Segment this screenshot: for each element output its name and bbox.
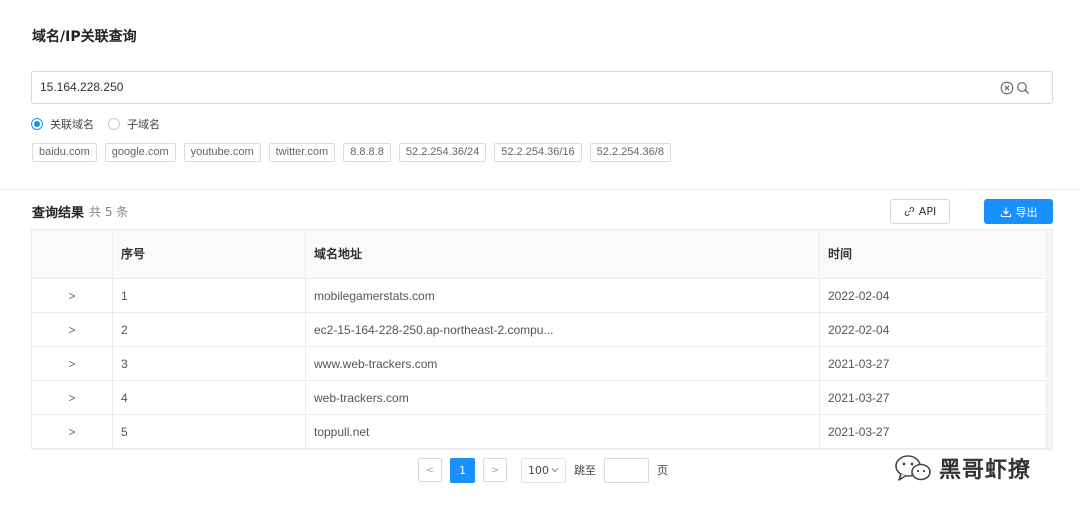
cell-domain: toppull.net xyxy=(306,415,820,449)
results-table: 序号 域名地址 时间 > 1 mobilegamerstats.com 2022… xyxy=(31,229,1053,450)
jump-to-label: 跳至 xyxy=(574,464,596,477)
cell-domain: mobilegamerstats.com xyxy=(306,279,820,313)
results-count: 共 5 条 xyxy=(89,205,129,219)
expand-row-button[interactable]: > xyxy=(32,415,113,449)
results-title: 查询结果 xyxy=(32,206,85,221)
cell-index: 5 xyxy=(113,415,306,449)
search-input[interactable]: 15.164.228.250 xyxy=(31,71,1053,104)
example-chip[interactable]: 8.8.8.8 xyxy=(343,143,391,162)
query-type-radio-group: 关联域名 子域名 xyxy=(31,116,174,132)
cell-domain: ec2-15-164-228-250.ap-northeast-2.compu.… xyxy=(306,313,820,347)
example-chip[interactable]: 52.2.254.36/16 xyxy=(494,143,582,162)
example-chip[interactable]: twitter.com xyxy=(268,143,336,162)
clear-icon[interactable] xyxy=(1000,81,1014,95)
example-chip[interactable]: baidu.com xyxy=(32,143,97,162)
radio-subdomains-label[interactable]: 子域名 xyxy=(127,116,160,132)
example-chip[interactable]: 52.2.254.36/24 xyxy=(398,143,487,162)
column-header-expand xyxy=(32,230,113,279)
table-row[interactable]: > 2 ec2-15-164-228-250.ap-northeast-2.co… xyxy=(32,313,1048,347)
cell-index: 2 xyxy=(113,313,306,347)
expand-row-button[interactable]: > xyxy=(32,381,113,415)
example-chips: baidu.com google.com youtube.com twitter… xyxy=(32,143,679,162)
prev-page-button[interactable]: < xyxy=(418,458,442,482)
pagination: < 1 > 100 跳至 页 xyxy=(418,457,668,483)
api-button[interactable]: API xyxy=(890,199,950,224)
cell-time: 2022-02-04 xyxy=(820,313,1048,347)
search-icon[interactable] xyxy=(1016,81,1030,95)
search-input-value[interactable]: 15.164.228.250 xyxy=(40,80,123,94)
expand-row-button[interactable]: > xyxy=(32,279,113,313)
cell-index: 4 xyxy=(113,381,306,415)
radio-subdomains-dot[interactable] xyxy=(108,118,120,130)
example-chip[interactable]: 52.2.254.36/8 xyxy=(589,143,671,162)
radio-related-domains-label[interactable]: 关联域名 xyxy=(50,116,94,132)
watermark: 黑哥虾撩 xyxy=(893,452,1031,484)
wechat-icon xyxy=(895,455,931,481)
export-button[interactable]: 导出 xyxy=(984,199,1053,224)
radio-subdomains[interactable]: 子域名 xyxy=(108,116,160,132)
export-button-label[interactable]: 导出 xyxy=(1016,204,1038,220)
page-size-value[interactable]: 100 xyxy=(528,464,549,477)
jump-to-page-input[interactable] xyxy=(604,457,649,483)
expand-row-button[interactable]: > xyxy=(32,313,113,347)
table-scrollbar[interactable] xyxy=(1046,230,1052,449)
table-row[interactable]: > 5 toppull.net 2021-03-27 xyxy=(32,415,1048,449)
page-size-select[interactable]: 100 xyxy=(521,457,566,483)
column-header-time: 时间 xyxy=(820,230,1048,279)
radio-related-domains[interactable]: 关联域名 xyxy=(31,116,94,132)
cell-domain: www.web-trackers.com xyxy=(306,347,820,381)
expand-row-button[interactable]: > xyxy=(32,347,113,381)
api-button-label[interactable]: API xyxy=(919,205,936,218)
link-icon xyxy=(904,207,915,216)
page-1-button[interactable]: 1 xyxy=(450,457,475,483)
watermark-text: 黑哥虾撩 xyxy=(939,458,1032,483)
table-header: 序号 域名地址 时间 xyxy=(32,230,1048,279)
radio-related-domains-dot[interactable] xyxy=(31,118,43,130)
cell-time: 2021-03-27 xyxy=(820,381,1048,415)
cell-time: 2022-02-04 xyxy=(820,279,1048,313)
download-icon xyxy=(1000,207,1011,217)
next-page-button[interactable]: > xyxy=(483,458,507,482)
column-header-index: 序号 xyxy=(113,230,306,279)
cell-index: 1 xyxy=(113,279,306,313)
table-row[interactable]: > 4 web-trackers.com 2021-03-27 xyxy=(32,381,1048,415)
chevron-down-icon xyxy=(551,468,559,473)
cell-index: 3 xyxy=(113,347,306,381)
cell-time: 2021-03-27 xyxy=(820,415,1048,449)
table-row[interactable]: > 3 www.web-trackers.com 2021-03-27 xyxy=(32,347,1048,381)
example-chip[interactable]: google.com xyxy=(104,143,176,162)
cell-time: 2021-03-27 xyxy=(820,347,1048,381)
cell-domain: web-trackers.com xyxy=(306,381,820,415)
column-header-domain: 域名地址 xyxy=(306,230,820,279)
page-unit-label: 页 xyxy=(657,464,668,477)
table-row[interactable]: > 1 mobilegamerstats.com 2022-02-04 xyxy=(32,279,1048,313)
section-divider xyxy=(0,189,1080,190)
page: 域名/IP关联查询 15.164.228.250 关联域名 子域名 baidu.… xyxy=(0,0,1080,517)
example-chip[interactable]: youtube.com xyxy=(183,143,261,162)
page-title: 域名/IP关联查询 xyxy=(32,29,137,45)
